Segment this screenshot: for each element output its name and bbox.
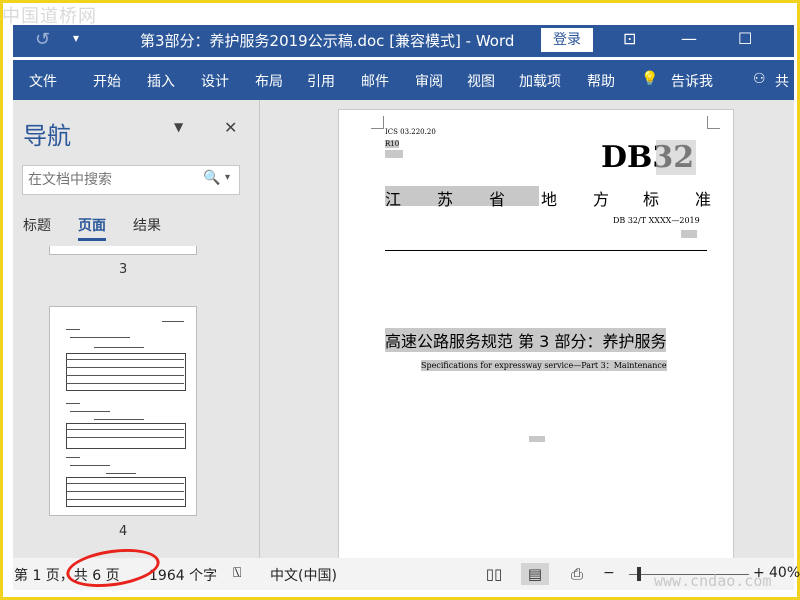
province-char: 标: [643, 190, 660, 209]
nav-search-input[interactable]: [26, 169, 200, 191]
document-canvas[interactable]: ICS 03.220.20 R10 DB32 江 苏 省 地 方 标 准 DB …: [260, 100, 794, 560]
page-thumbnail-4[interactable]: [49, 306, 197, 516]
print-layout-icon[interactable]: ▤: [521, 563, 549, 585]
language-status[interactable]: 中文(中国): [270, 565, 337, 585]
tab-insert[interactable]: 插入: [147, 71, 175, 91]
zoom-level[interactable]: 40%: [769, 565, 800, 581]
quick-access-dropdown-icon[interactable]: ▾: [73, 31, 79, 45]
navigation-pane: 导航 ▼ ✕ 🔍 ▾ 标题 页面 结果 3 4: [13, 100, 259, 558]
minimize-icon[interactable]: —: [681, 29, 697, 48]
search-icon[interactable]: 🔍: [203, 170, 220, 186]
nav-search-box: 🔍 ▾: [22, 165, 240, 195]
share-user-icon[interactable]: ⚇: [753, 71, 766, 87]
web-layout-icon[interactable]: ⎙: [563, 563, 591, 585]
maximize-icon[interactable]: ☐: [738, 29, 752, 48]
close-icon[interactable]: ✕: [224, 118, 237, 137]
page-thumbnail-label: 3: [119, 262, 128, 277]
tab-layout[interactable]: 布局: [255, 71, 283, 91]
page-thumbnail-label: 4: [119, 524, 128, 539]
document-page[interactable]: ICS 03.220.20 R10 DB32 江 苏 省 地 方 标 准 DB …: [338, 109, 734, 560]
ribbon-tabs: 文件 开始 插入 设计 布局 引用 邮件 审阅 视图 加载项 帮助 💡 告诉我 …: [13, 60, 794, 100]
document-title-en: Specifications for expressway service—Pa…: [421, 360, 667, 371]
login-button[interactable]: 登录: [541, 28, 593, 52]
highlight-block: [385, 186, 539, 206]
tab-help[interactable]: 帮助: [587, 71, 615, 91]
province-char: 苏: [437, 190, 454, 209]
zoom-slider-thumb[interactable]: [637, 567, 641, 581]
province-char: 方: [593, 190, 610, 209]
tab-view[interactable]: 视图: [467, 71, 495, 91]
margin-corner-mark: [371, 116, 384, 129]
tab-results[interactable]: 结果: [133, 215, 161, 235]
proofing-icon[interactable]: ⍂: [233, 565, 241, 581]
tab-addins[interactable]: 加载项: [519, 71, 561, 91]
document-title-cn: 高速公路服务规范 第 3 部分：养护服务: [385, 328, 667, 352]
undo-icon[interactable]: ↺: [35, 29, 50, 50]
tab-headings[interactable]: 标题: [23, 215, 51, 235]
search-dropdown-icon[interactable]: ▾: [225, 172, 230, 183]
tab-references[interactable]: 引用: [307, 71, 335, 91]
share-label[interactable]: 共: [775, 71, 789, 91]
tab-home[interactable]: 开始: [93, 71, 121, 91]
highlight-block: [529, 436, 545, 442]
window-title: 第3部分：养护服务2019公示稿.doc [兼容模式] - Word: [140, 32, 515, 50]
page-thumbnail-3[interactable]: [49, 246, 197, 255]
highlight-block: [385, 150, 403, 158]
tab-review[interactable]: 审阅: [415, 71, 443, 91]
zoom-out-icon[interactable]: −: [603, 565, 615, 581]
db-standard-number: DB 32/T XXXX—2019: [613, 216, 700, 225]
r10-code: R10: [385, 140, 400, 148]
highlight-block: [656, 140, 696, 175]
province-char: 江: [385, 190, 402, 209]
province-char: 地: [541, 190, 558, 209]
tell-me-label[interactable]: 告诉我: [671, 71, 713, 91]
site-url-watermark: www.cndao.com: [654, 572, 772, 590]
nav-pane-title: 导航: [23, 122, 71, 150]
title-bar: ↺ ▾ 第3部分：养护服务2019公示稿.doc [兼容模式] - Word 登…: [13, 25, 794, 57]
read-mode-icon[interactable]: ▯▯: [480, 563, 508, 585]
word-count-status[interactable]: 1964 个字: [149, 565, 217, 585]
highlight-block: [681, 230, 697, 238]
tab-mailings[interactable]: 邮件: [361, 71, 389, 91]
province-char: 省: [489, 190, 506, 209]
margin-corner-mark: [707, 116, 720, 129]
province-char: 准: [695, 190, 712, 209]
lightbulb-icon[interactable]: 💡: [641, 71, 658, 87]
tab-pages[interactable]: 页面: [78, 215, 106, 241]
ics-code: ICS 03.220.20: [385, 128, 436, 136]
ribbon-display-options-icon[interactable]: ⊡: [623, 29, 636, 48]
nav-options-dropdown-icon[interactable]: ▼: [174, 120, 183, 134]
tab-file[interactable]: 文件: [29, 71, 57, 91]
tab-design[interactable]: 设计: [201, 71, 229, 91]
header-rule: [385, 250, 707, 251]
